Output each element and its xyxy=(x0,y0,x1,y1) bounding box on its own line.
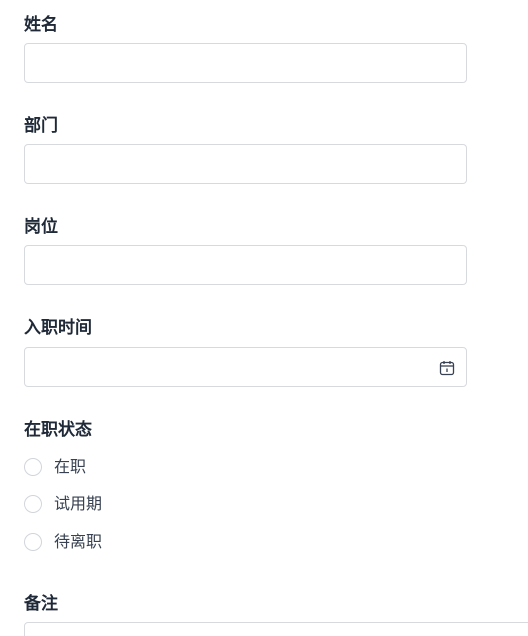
status-option-active[interactable]: 在职 xyxy=(24,456,86,478)
position-field[interactable] xyxy=(24,245,467,285)
hire-date-label: 入职时间 xyxy=(24,318,92,338)
calendar-icon[interactable] xyxy=(439,360,455,376)
position-input[interactable] xyxy=(25,246,466,284)
status-option-label: 在职 xyxy=(54,457,87,476)
status-option-leaving[interactable]: 待离职 xyxy=(24,531,102,553)
hire-date-input[interactable] xyxy=(25,348,466,386)
radio-button[interactable] xyxy=(24,495,42,513)
status-label: 在职状态 xyxy=(24,420,92,440)
status-option-probation[interactable]: 试用期 xyxy=(24,493,102,515)
name-label: 姓名 xyxy=(24,15,58,35)
status-option-label: 待离职 xyxy=(54,532,103,551)
hire-date-field[interactable] xyxy=(24,347,467,387)
department-field[interactable] xyxy=(24,144,467,184)
status-option-label: 试用期 xyxy=(54,494,103,513)
name-input[interactable] xyxy=(25,44,466,82)
remarks-textarea[interactable] xyxy=(24,622,528,636)
name-field[interactable] xyxy=(24,43,467,83)
position-label: 岗位 xyxy=(24,217,58,237)
department-label: 部门 xyxy=(24,116,58,136)
radio-button[interactable] xyxy=(24,458,42,476)
department-input[interactable] xyxy=(25,145,466,183)
radio-button[interactable] xyxy=(24,533,42,551)
remarks-label: 备注 xyxy=(24,594,58,614)
